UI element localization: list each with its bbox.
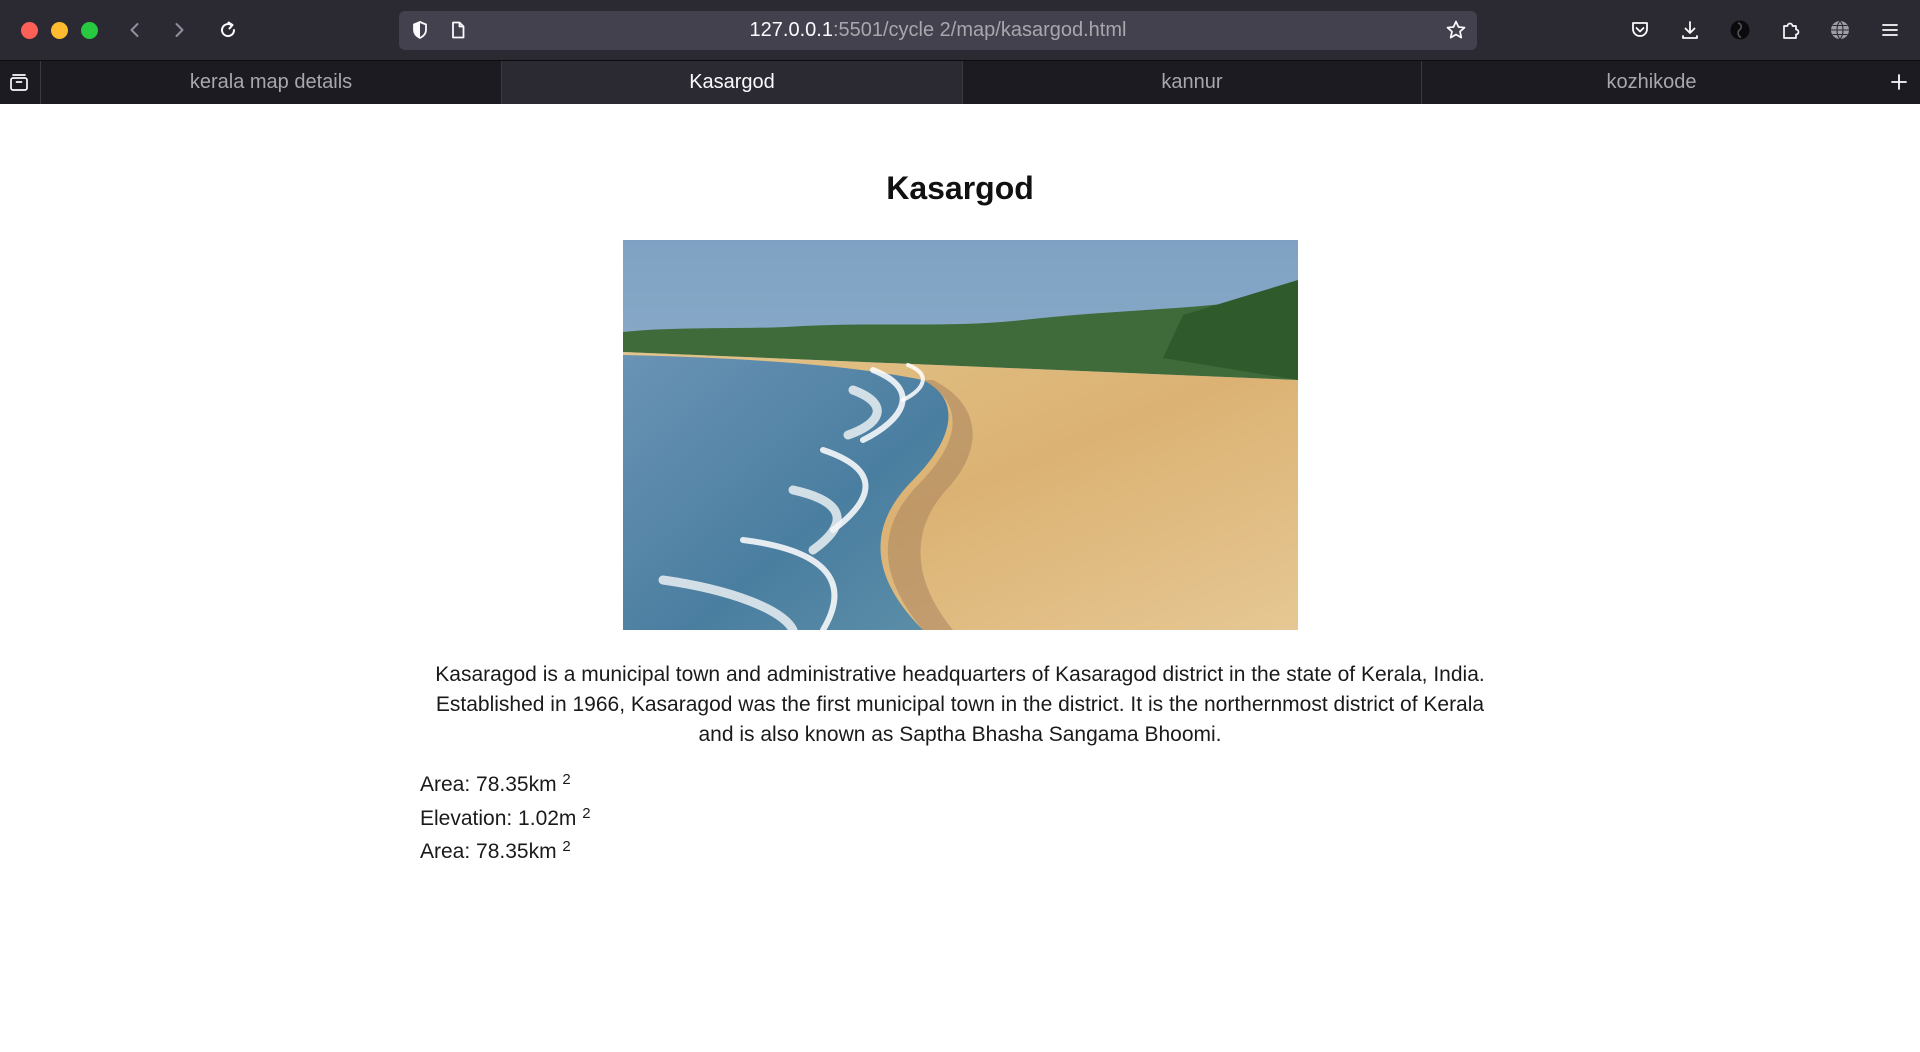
tab-kerala-map-details[interactable]: kerala map details bbox=[40, 61, 501, 104]
url-text: 127.0.0.1:5501/cycle 2/map/kasargod.html bbox=[399, 11, 1477, 50]
new-tab-plus-icon[interactable] bbox=[1884, 67, 1914, 97]
tab-kasargod[interactable]: Kasargod bbox=[501, 61, 962, 104]
tab-kannur[interactable]: kannur bbox=[962, 61, 1421, 104]
fact-area: Area: 78.35km 2 bbox=[420, 768, 591, 802]
address-bar[interactable]: 127.0.0.1:5501/cycle 2/map/kasargod.html bbox=[399, 11, 1477, 50]
account-icon[interactable] bbox=[1725, 15, 1755, 45]
bookmark-star-icon[interactable] bbox=[1441, 15, 1471, 45]
url-host: 127.0.0.1 bbox=[749, 19, 833, 41]
facts-list: Area: 78.35km 2 Elevation: 1.02m 2 Area:… bbox=[420, 768, 591, 869]
page-content: Kasargod Kasaragod is a municipal town a… bbox=[0, 104, 1920, 1052]
description-paragraph: Kasaragod is a municipal town and admini… bbox=[435, 663, 1485, 746]
tab-strip: kerala map details Kasargod kannur kozhi… bbox=[0, 60, 1920, 104]
browser-toolbar: 127.0.0.1:5501/cycle 2/map/kasargod.html bbox=[0, 0, 1920, 60]
fact-superscript: 2 bbox=[562, 771, 571, 788]
reload-icon[interactable] bbox=[213, 15, 243, 45]
tab-label: Kasargod bbox=[689, 71, 775, 93]
fact-text: Elevation: 1.02m bbox=[420, 806, 577, 830]
tab-label: kannur bbox=[1161, 71, 1223, 93]
forward-arrow-icon[interactable] bbox=[164, 15, 194, 45]
download-icon[interactable] bbox=[1675, 15, 1705, 45]
fact-elevation: Elevation: 1.02m 2 bbox=[420, 802, 591, 836]
url-path: :5501/cycle 2/map/kasargod.html bbox=[832, 19, 1127, 41]
tab-label: kozhikode bbox=[1606, 71, 1697, 93]
maximize-window-button[interactable] bbox=[81, 22, 98, 39]
fact-superscript: 2 bbox=[582, 804, 591, 822]
pocket-icon[interactable] bbox=[1625, 15, 1655, 45]
fact-superscript: 2 bbox=[562, 838, 571, 855]
extensions-icon[interactable] bbox=[1775, 15, 1805, 45]
tab-kozhikode[interactable]: kozhikode bbox=[1421, 61, 1881, 104]
kasargod-beach-image bbox=[623, 240, 1298, 630]
minimize-window-button[interactable] bbox=[51, 22, 68, 39]
tab-overview-icon[interactable] bbox=[4, 67, 34, 97]
fact-text: Area: 78.35km bbox=[420, 840, 557, 863]
close-window-button[interactable] bbox=[21, 22, 38, 39]
fact-text: Area: 78.35km bbox=[420, 773, 557, 796]
fact-area: Area: 78.35km 2 bbox=[420, 835, 591, 869]
page-title: Kasargod bbox=[886, 170, 1034, 206]
menu-icon[interactable] bbox=[1875, 15, 1905, 45]
back-arrow-icon[interactable] bbox=[120, 15, 150, 45]
tab-label: kerala map details bbox=[189, 71, 353, 93]
globe-icon[interactable] bbox=[1825, 15, 1855, 45]
